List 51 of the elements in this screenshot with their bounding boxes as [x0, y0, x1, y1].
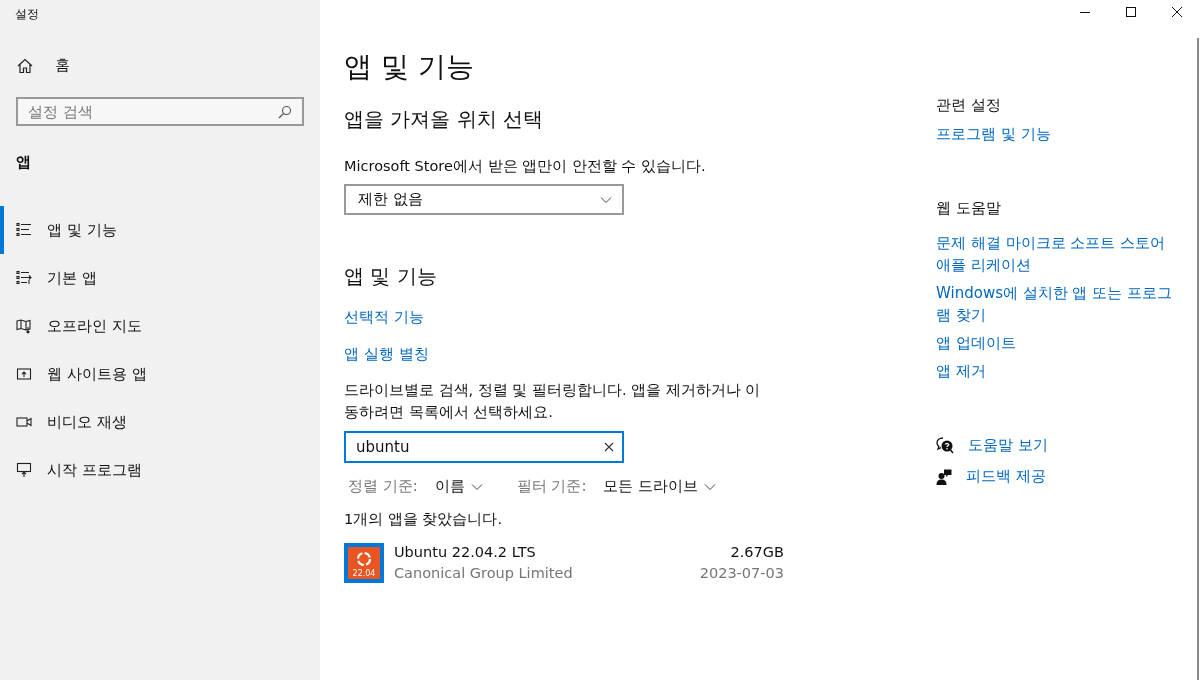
description-text: 드라이브별로 검색, 정렬 및 필터링합니다. 앱을 제거하거나 이동하려면 목록에서 선택하세요. — [344, 381, 762, 422]
nav-item[interactable]: 시작 프로그램 — [0, 446, 320, 494]
close-icon[interactable] — [1172, 7, 1182, 17]
chevron-down-icon — [704, 482, 716, 491]
link[interactable]: 앱 업데이트 — [936, 332, 1016, 354]
app-date: 2023-07-03 — [699, 564, 784, 583]
sort-dropdown[interactable]: 정렬 기준: 이름 — [348, 477, 483, 496]
app-name: Ubuntu 22.04.2 LTS — [394, 543, 537, 562]
page-title: 앱 및 기능 — [344, 49, 474, 85]
nav-item[interactable]: 오프라인 지도 — [0, 302, 320, 350]
link[interactable]: 문제 해결 마이크로 소프트 스토어 애플 리케이션 — [936, 232, 1174, 276]
app-list-item[interactable]: 22.04 Ubuntu 22.04.2 LTS Canonical Group Limited 2.67GB 2023-07-03 — [344, 542, 784, 584]
app-icon: 22.04 — [344, 543, 384, 583]
map-icon — [16, 318, 32, 334]
home-nav-item[interactable]: 홈 — [17, 56, 320, 75]
chevron-down-icon — [470, 482, 483, 491]
video-camera-icon — [16, 414, 32, 430]
monitor-arrow-icon — [16, 462, 32, 478]
link[interactable]: 앱 실행 별칭 — [344, 345, 429, 364]
person-feedback-icon — [936, 468, 952, 485]
search-field[interactable]: 설정 검색 — [16, 97, 304, 126]
chevron-down-icon — [600, 195, 612, 204]
app-search-field[interactable]: ubuntu — [344, 431, 624, 463]
nav-item[interactable]: 비디오 재생 — [0, 398, 320, 446]
link[interactable]: 선택적 기능 — [344, 308, 424, 327]
home-icon — [17, 57, 33, 74]
description-text: Microsoft Store에서 받은 앱만이 안전할 수 있습니다. — [344, 157, 706, 176]
nav-item[interactable]: 웹 사이트용 앱 — [0, 350, 320, 398]
window-title: 설정 — [14, 6, 40, 23]
app-publisher: Canonical Group Limited — [394, 564, 574, 583]
section-heading: 앱 — [16, 153, 32, 172]
app-size: 2.67GB — [730, 543, 784, 562]
nav-item[interactable]: 기본 앱 — [0, 254, 320, 302]
result-count: 1개의 앱을 찾았습니다. — [344, 510, 503, 529]
link[interactable]: 프로그램 및 기능 — [936, 123, 1051, 145]
section-heading: 웹 도움말 — [936, 199, 1001, 218]
section-heading: 앱 및 기능 — [344, 263, 437, 290]
section-heading: 앱을 가져올 위치 선택 — [344, 106, 544, 133]
help-bubble-icon — [936, 437, 954, 454]
maximize-icon[interactable] — [1126, 7, 1136, 17]
close-icon — [604, 442, 614, 452]
source-dropdown[interactable]: 제한 없음 — [344, 184, 624, 215]
list-icon — [16, 222, 32, 238]
search-icon — [278, 105, 292, 119]
link[interactable]: 피드백 제공 — [966, 467, 1046, 486]
link[interactable]: 앱 제거 — [936, 360, 986, 382]
filter-dropdown[interactable]: 필터 기준: 모든 드라이브 — [516, 477, 716, 496]
section-heading: 관련 설정 — [936, 96, 1001, 115]
link[interactable]: 도움말 보기 — [968, 436, 1048, 455]
link[interactable]: Windows에 설치한 앱 또는 프로그램 찾기 — [936, 282, 1174, 326]
list-arrow-icon — [16, 270, 32, 286]
